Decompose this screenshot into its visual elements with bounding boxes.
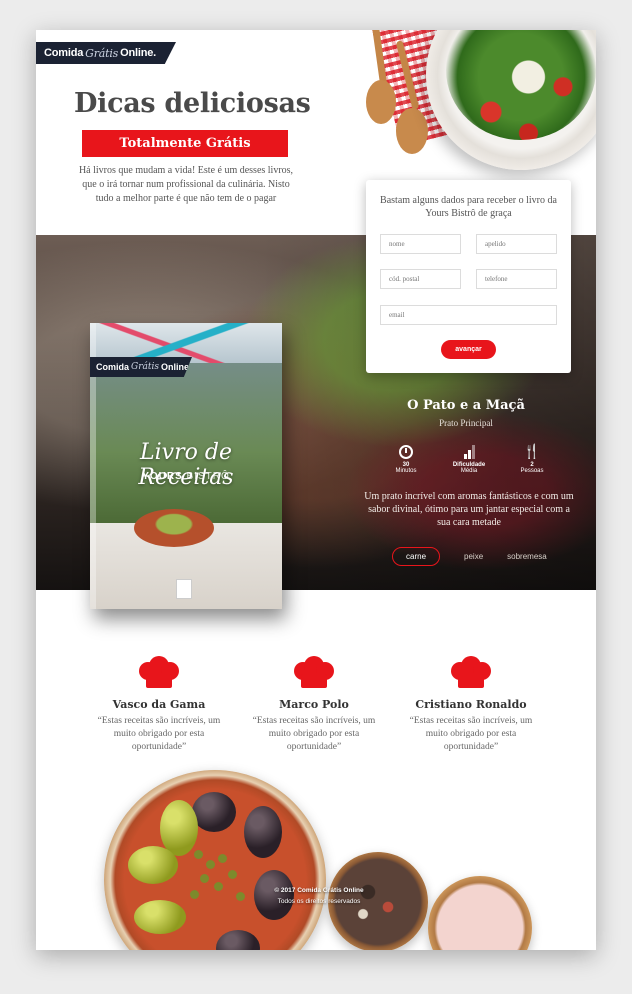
tajine-pot-image [134, 509, 214, 547]
testimonial-text: “Estas receitas são incríveis, um muito … [252, 716, 376, 752]
hero-description: Há livros que mudam a vida! Este é um de… [78, 165, 294, 204]
footer-copyright: © 2017 Comida Grátis Online Todos os dir… [254, 885, 384, 907]
book-subtitle: YOURS BISTRÔ [90, 471, 282, 482]
chef-hat-icon [451, 656, 491, 692]
recipe-description: Um prato incrível com aromas fantásticos… [364, 491, 574, 528]
testimonial-name: Marco Polo [279, 698, 349, 711]
book-logo: Comida Grátis Online. [90, 357, 192, 377]
book-logo-suffix: Online. [161, 362, 192, 372]
testimonial: Vasco da Gama “Estas receitas são incrív… [89, 656, 229, 754]
copyright-text: © 2017 Comida Grátis Online [274, 887, 364, 894]
email-field[interactable] [380, 305, 557, 325]
logo-text-suffix: Online. [120, 47, 157, 59]
landing-page: Comida Grátis Online. Dicas deliciosas T… [36, 30, 596, 950]
site-logo[interactable]: Comida Grátis Online. [36, 42, 176, 64]
chef-hat-icon [139, 656, 179, 692]
recipe-title: O Pato e a Maçã [407, 398, 525, 413]
olives-bowl-image [104, 770, 326, 950]
phone-field[interactable] [476, 269, 557, 289]
difficulty-icon [444, 442, 494, 460]
postal-code-field[interactable] [380, 269, 461, 289]
barcode-icon [176, 579, 192, 599]
testimonial-text: “Estas receitas são incríveis, um muito … [409, 716, 533, 752]
book-logo-prefix: Comida [96, 362, 130, 372]
wooden-spoon-image [396, 108, 428, 154]
testimonial-name: Vasco da Gama [112, 698, 206, 711]
book-title: Livro de Receitas [138, 440, 234, 490]
signup-form: Bastam alguns dados para receber o livro… [366, 180, 571, 373]
book-subtitle-light: BISTRÔ [186, 471, 230, 482]
stat-servings: 🍴 2 Pessoas [507, 442, 557, 474]
tab-peixe[interactable]: peixe [464, 552, 483, 561]
testimonial: Cristiano Ronaldo “Estas receitas são in… [401, 656, 541, 754]
cutlery-icon: 🍴 [523, 443, 541, 459]
testimonial-name: Cristiano Ronaldo [415, 698, 527, 711]
tab-carne[interactable]: carne [392, 546, 441, 566]
hero-title: Dicas deliciosas [74, 88, 311, 119]
logo-text-prefix: Comida [44, 47, 84, 59]
pink-salt-bowl-image [428, 876, 532, 950]
stat-difficulty-label: Média [460, 468, 478, 474]
book-subtitle-bold: YOURS [142, 471, 183, 482]
chef-hat-icon [294, 656, 334, 692]
wooden-spoon-image [366, 80, 396, 124]
surname-field[interactable] [476, 234, 557, 254]
submit-button[interactable]: avançar [441, 340, 496, 359]
rights-text: Todos os direitos reservados [277, 898, 361, 905]
tab-sobremesa[interactable]: sobremesa [507, 552, 547, 561]
name-field[interactable] [380, 234, 461, 254]
recipe-book-cover: Comida Grátis Online. Livro de Receitas … [90, 323, 282, 609]
testimonial: Marco Polo “Estas receitas são incríveis… [244, 656, 384, 754]
stat-servings-label: Pessoas [520, 468, 544, 474]
form-title: Bastam alguns dados para receber o livro… [380, 195, 557, 219]
stat-difficulty: Dificuldade Média [444, 442, 494, 474]
clock-icon [381, 442, 431, 460]
logo-text-mid: Grátis [85, 46, 119, 60]
book-logo-mid: Grátis [131, 362, 159, 372]
stat-time: 30 Minutos [381, 442, 431, 474]
stat-time-label: Minutos [395, 468, 417, 474]
free-badge: Totalmente Grátis [82, 130, 288, 157]
testimonial-text: “Estas receitas são incríveis, um muito … [97, 716, 221, 752]
recipe-category: Prato Principal [439, 418, 493, 428]
recipe-category-tabs: carne peixe sobremesa [392, 546, 571, 566]
